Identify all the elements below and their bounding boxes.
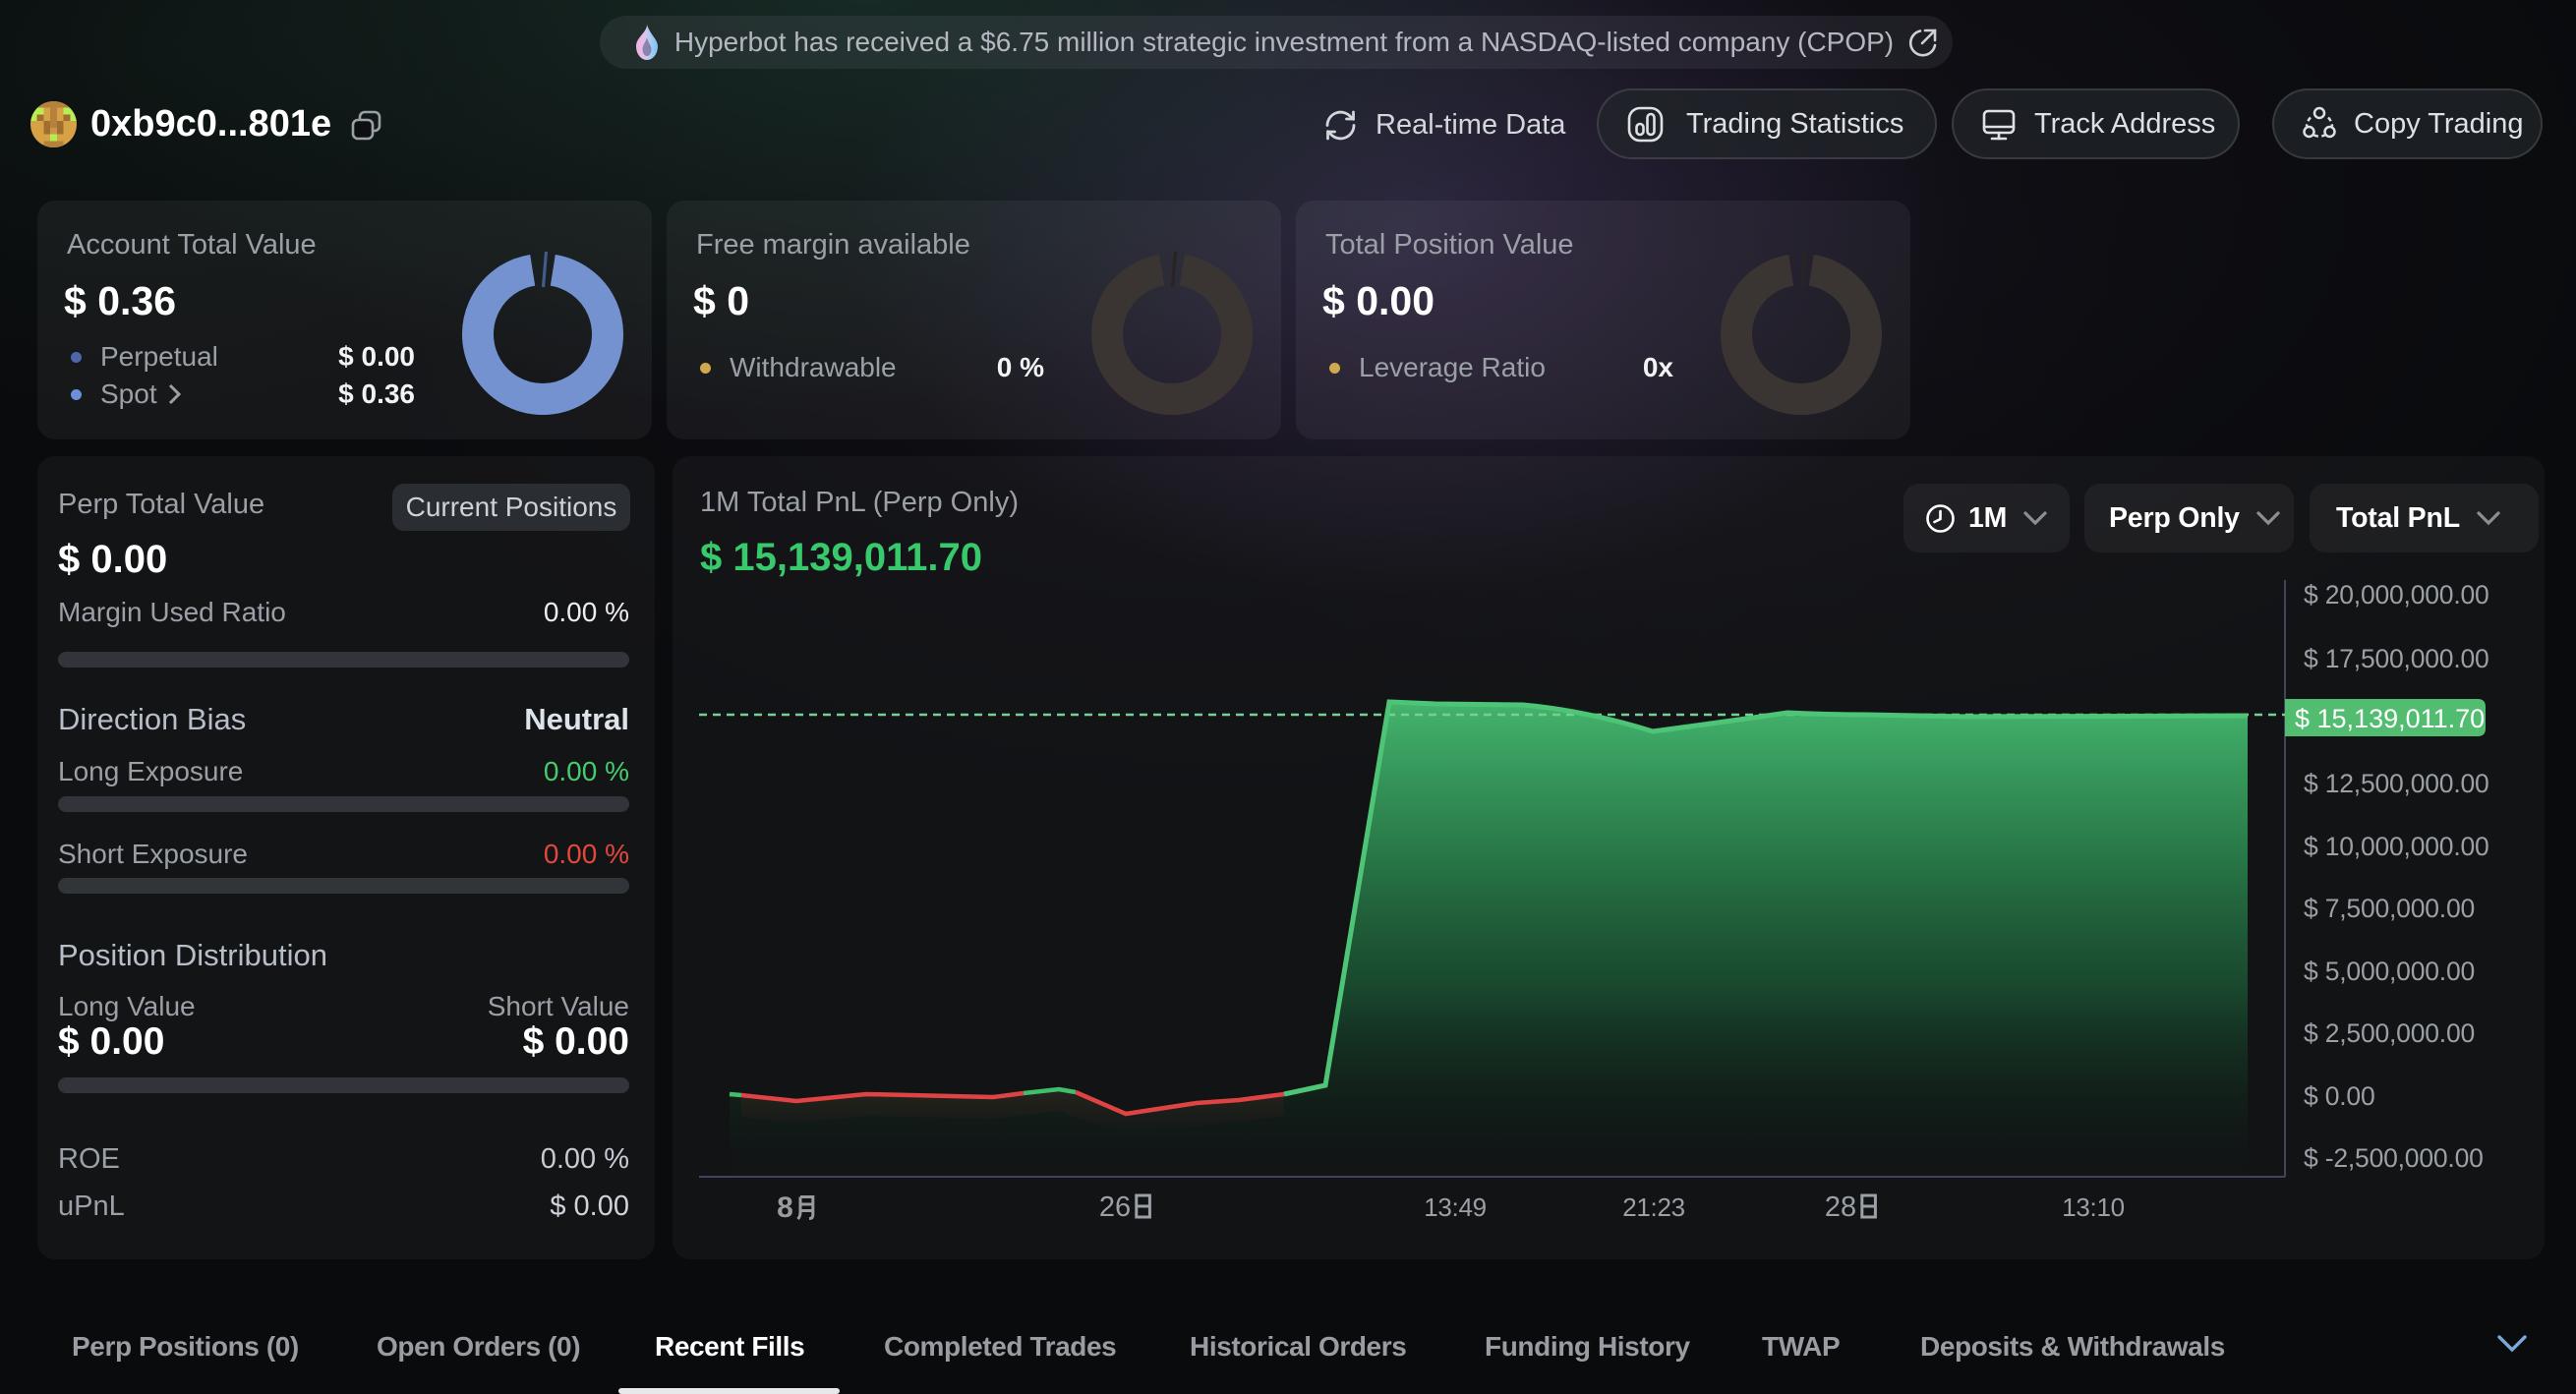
svg-text:$ 15,139,011.70: $ 15,139,011.70 [2295, 704, 2485, 733]
